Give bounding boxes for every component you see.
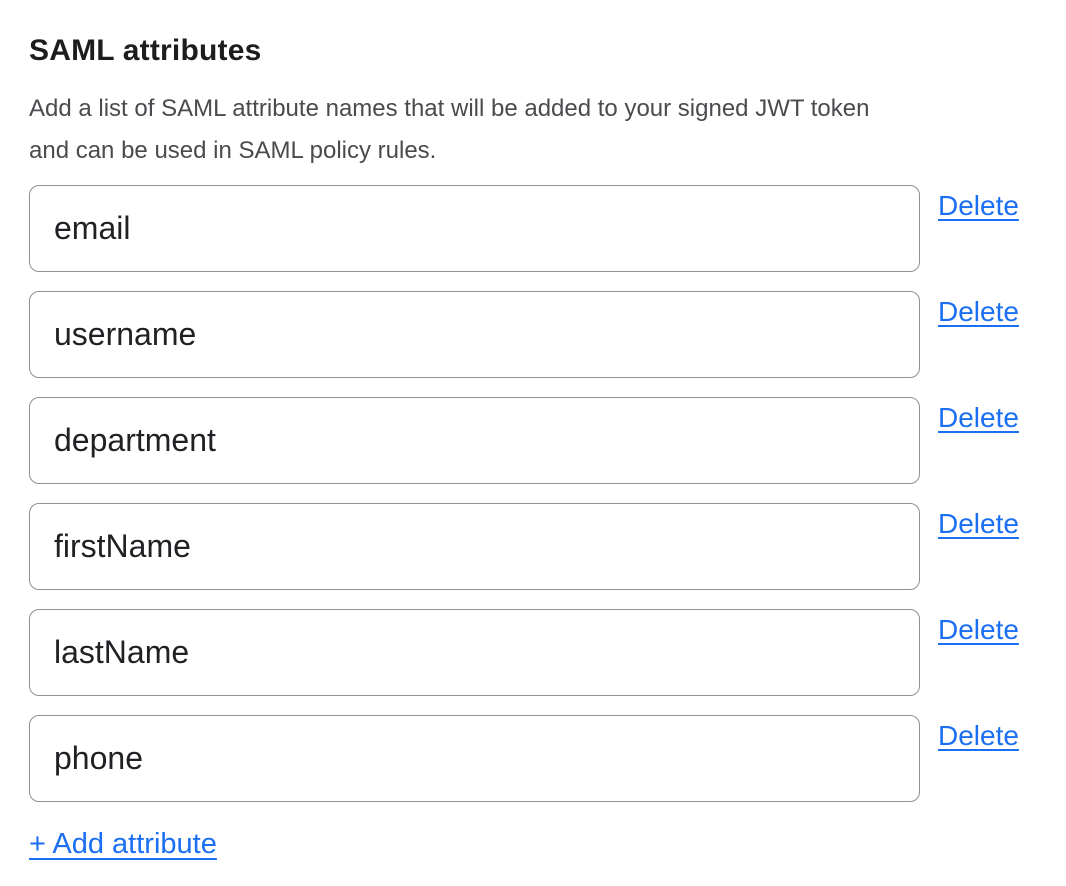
attribute-row: Delete <box>29 609 1036 696</box>
attribute-row: Delete <box>29 715 1036 802</box>
description-line-2: and can be used in SAML policy rules. <box>29 137 436 164</box>
delete-link-phone[interactable]: Delete <box>938 718 1019 754</box>
delete-link-username[interactable]: Delete <box>938 294 1019 330</box>
delete-link-email[interactable]: Delete <box>938 188 1019 224</box>
saml-attributes-section: SAML attributes Add a list of SAML attri… <box>0 0 1066 886</box>
description-line-1: Add a list of SAML attribute names that … <box>29 95 869 122</box>
attribute-input-email[interactable] <box>29 185 920 272</box>
attribute-input-department[interactable] <box>29 397 920 484</box>
delete-link-lastname[interactable]: Delete <box>938 612 1019 648</box>
attribute-input-phone[interactable] <box>29 715 920 802</box>
section-description: Add a list of SAML attribute names that … <box>29 88 1036 172</box>
attribute-input-lastname[interactable] <box>29 609 920 696</box>
delete-link-firstname[interactable]: Delete <box>938 506 1019 542</box>
attribute-row: Delete <box>29 291 1036 378</box>
section-title: SAML attributes <box>29 32 1036 70</box>
attribute-row: Delete <box>29 185 1036 272</box>
add-attribute-link[interactable]: + Add attribute <box>29 826 217 862</box>
attribute-row: Delete <box>29 397 1036 484</box>
attribute-row: Delete <box>29 503 1036 590</box>
attribute-list: Delete Delete Delete Delete Delete Delet… <box>29 185 1036 802</box>
attribute-input-firstname[interactable] <box>29 503 920 590</box>
attribute-input-username[interactable] <box>29 291 920 378</box>
delete-link-department[interactable]: Delete <box>938 400 1019 436</box>
